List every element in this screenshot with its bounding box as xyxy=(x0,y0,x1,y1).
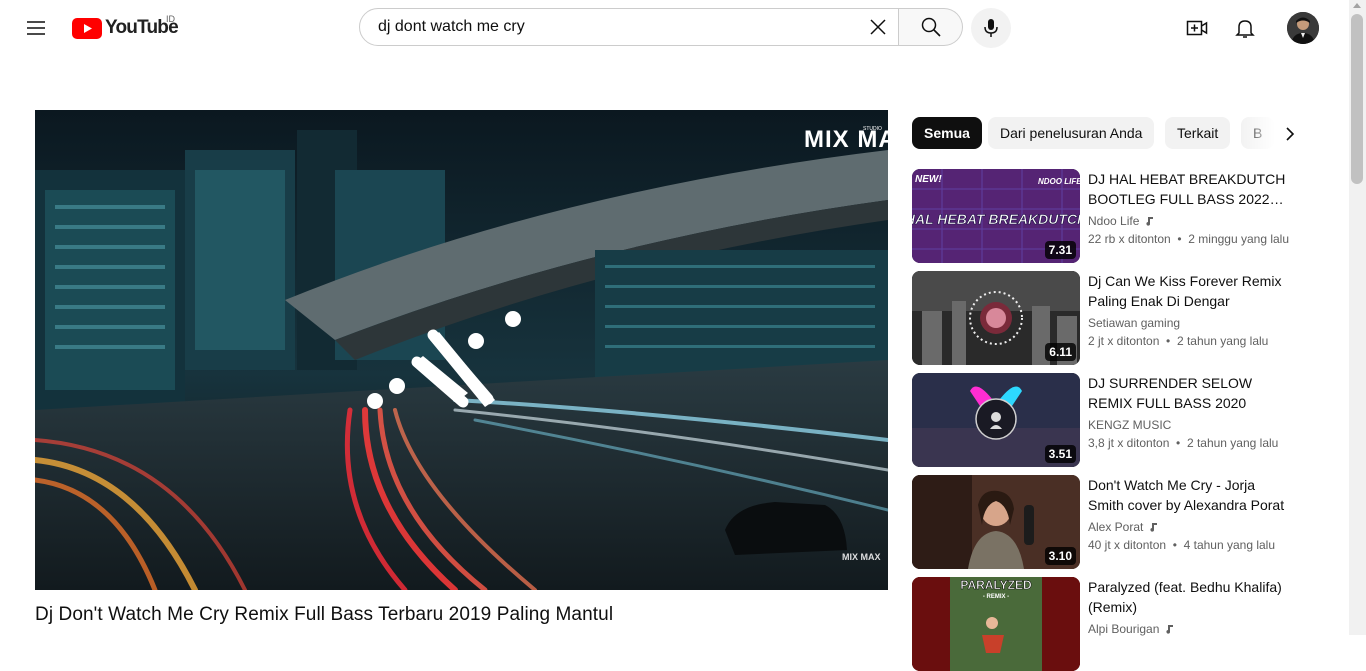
chips-next-button[interactable] xyxy=(1274,118,1306,150)
scroll-up-arrow-icon[interactable] xyxy=(1353,3,1361,8)
related-thumbnail[interactable]: 3.51 xyxy=(912,373,1080,467)
channel-name: Ndoo Life xyxy=(1088,214,1140,228)
thumb-subtext: - REMIX - xyxy=(983,594,1009,600)
youtube-play-icon xyxy=(72,17,102,39)
search-box xyxy=(359,8,899,46)
channel-name: Alpi Bourigan xyxy=(1088,622,1160,636)
related-video-2[interactable]: 6.11 Dj Can We Kiss Forever Remix Paling… xyxy=(912,271,1312,365)
duration-badge: 3.51 xyxy=(1044,445,1076,463)
upload-age: 2 tahun yang lalu xyxy=(1176,334,1269,348)
related-thumbnail[interactable]: NEW! NDOO LIFE HAL HEBAT BREAKDUTCH 7.31 xyxy=(912,169,1080,263)
guide-menu-button[interactable] xyxy=(16,8,56,48)
upload-age: 2 minggu yang lalu xyxy=(1188,232,1290,246)
music-note-icon xyxy=(1144,216,1154,226)
channel-name: Alex Porat xyxy=(1088,520,1144,534)
clear-search-button[interactable] xyxy=(866,15,890,39)
video-title: Dj Don't Watch Me Cry Remix Full Bass Te… xyxy=(35,604,614,625)
related-title[interactable]: Paralyzed (feat. Bedhu Khalifa) (Remix) xyxy=(1088,577,1293,617)
video-camera-plus-icon xyxy=(1186,20,1208,36)
hamburger-menu-icon xyxy=(27,21,45,35)
microphone-icon xyxy=(984,19,998,37)
view-count: 40 jt x ditonton xyxy=(1088,538,1167,552)
related-video-5[interactable]: PARALYZED - REMIX - Paralyzed (feat. Bed… xyxy=(912,577,1312,671)
related-meta: 22 rb x ditonton • 2 minggu yang lalu xyxy=(1088,232,1290,246)
thumb-text: HAL HEBAT BREAKDUTCH xyxy=(912,211,1080,227)
duration-badge: 3.10 xyxy=(1044,547,1076,565)
thumb-brand: NDOO LIFE xyxy=(1038,177,1080,186)
upload-age: 2 tahun yang lalu xyxy=(1186,436,1279,450)
related-channel[interactable]: Setiawan gaming xyxy=(1088,316,1180,330)
related-title[interactable]: Dj Can We Kiss Forever Remix Paling Enak… xyxy=(1088,271,1293,311)
music-note-icon xyxy=(1164,624,1174,634)
related-thumbnail[interactable]: 6.11 xyxy=(912,271,1080,365)
related-title[interactable]: DJ SURRENDER SELOW REMIX FULL BASS 2020 xyxy=(1088,373,1293,413)
video-frame: MIX MAX STUDIO MIX MAX xyxy=(35,110,888,590)
related-channel[interactable]: KENGZ MUSIC xyxy=(1088,418,1171,432)
video-player[interactable]: MIX MAX STUDIO MIX MAX xyxy=(35,110,888,590)
duration-badge: 6.11 xyxy=(1045,343,1076,361)
youtube-logo[interactable]: YouTube xyxy=(72,17,179,39)
account-avatar[interactable] xyxy=(1287,12,1319,44)
close-icon xyxy=(870,19,886,35)
search-input[interactable] xyxy=(376,17,860,37)
country-code: ID xyxy=(166,14,175,24)
chip-all[interactable]: Semua xyxy=(912,117,982,149)
search-button[interactable] xyxy=(899,8,963,46)
thumb-badge: NEW! xyxy=(915,174,942,185)
thumb-text: PARALYZED xyxy=(960,578,1032,592)
thumbnail-image: PARALYZED - REMIX - xyxy=(912,577,1080,671)
view-count: 3,8 jt x ditonton xyxy=(1088,436,1170,450)
related-channel[interactable]: Alex Porat xyxy=(1088,520,1158,534)
related-channel[interactable]: Alpi Bourigan xyxy=(1088,622,1174,636)
avatar-image xyxy=(1287,12,1319,44)
chevron-right-icon xyxy=(1286,127,1295,141)
related-title[interactable]: Don't Watch Me Cry - Jorja Smith cover b… xyxy=(1088,475,1293,515)
duration-badge: 7.31 xyxy=(1044,241,1076,259)
bell-icon xyxy=(1235,20,1255,38)
related-title[interactable]: DJ HAL HEBAT BREAKDUTCH BOOTLEG FULL BAS… xyxy=(1088,169,1293,209)
search-icon xyxy=(921,17,941,37)
create-button[interactable] xyxy=(1177,8,1217,48)
channel-name: KENGZ MUSIC xyxy=(1088,418,1172,432)
player-watermark-small: STUDIO xyxy=(863,126,882,132)
notifications-button[interactable] xyxy=(1225,8,1265,48)
page-scrollbar[interactable] xyxy=(1349,0,1366,635)
related-thumbnail[interactable]: 3.10 xyxy=(912,475,1080,569)
masthead: YouTube ID xyxy=(0,0,1349,56)
related-meta: 2 jt x ditonton • 2 tahun yang lalu xyxy=(1088,334,1269,348)
related-meta: 40 jt x ditonton • 4 tahun yang lalu xyxy=(1088,538,1276,552)
related-video-3[interactable]: 3.51 DJ SURRENDER SELOW REMIX FULL BASS … xyxy=(912,373,1312,467)
related-video-4[interactable]: 3.10 Don't Watch Me Cry - Jorja Smith co… xyxy=(912,475,1312,569)
chip-from-search[interactable]: Dari penelusuran Anda xyxy=(988,117,1155,149)
related-meta: 3,8 jt x ditonton • 2 tahun yang lalu xyxy=(1088,436,1279,450)
view-count: 2 jt x ditonton xyxy=(1088,334,1160,348)
channel-name: Setiawan gaming xyxy=(1088,316,1181,330)
chip-related[interactable]: Terkait xyxy=(1165,117,1231,149)
upload-age: 4 tahun yang lalu xyxy=(1183,538,1276,552)
related-thumbnail[interactable]: PARALYZED - REMIX - xyxy=(912,577,1080,671)
related-channel[interactable]: Ndoo Life xyxy=(1088,214,1154,228)
music-note-icon xyxy=(1148,522,1158,532)
view-count: 22 rb x ditonton xyxy=(1088,232,1171,246)
scroll-thumb[interactable] xyxy=(1351,14,1363,184)
related-video-1[interactable]: NEW! NDOO LIFE HAL HEBAT BREAKDUTCH 7.31… xyxy=(912,169,1312,263)
player-corner-watermark: MIX MAX xyxy=(842,552,881,562)
voice-search-button[interactable] xyxy=(971,8,1011,48)
